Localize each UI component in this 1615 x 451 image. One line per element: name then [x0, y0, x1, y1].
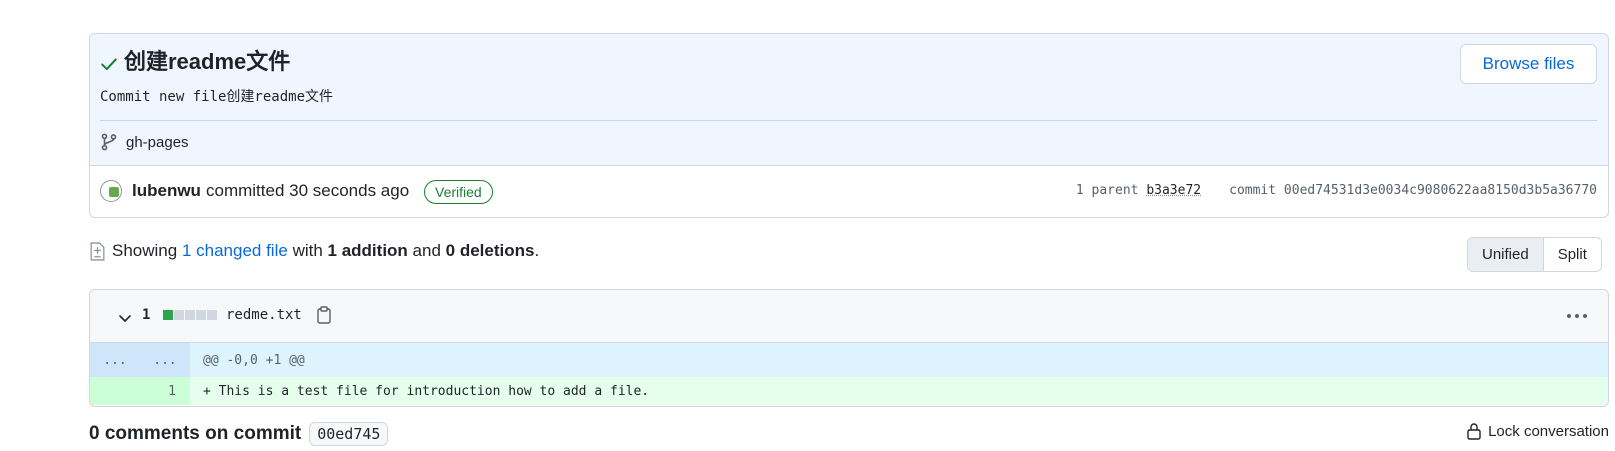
commit-title: 创建readme文件 — [124, 49, 291, 74]
split-view-button[interactable]: Split — [1543, 238, 1601, 271]
added-line-row: 1 + This is a test file for introduction… — [90, 377, 1608, 405]
commit-meta: lubenwu committed 30 seconds ago Verifie… — [90, 167, 1608, 217]
changed-files-link[interactable]: 1 changed file — [182, 241, 288, 260]
hunk-expand-left[interactable]: ... — [90, 343, 140, 377]
diff-summary: Showing 1 changed file with 1 addition a… — [89, 236, 539, 266]
lock-icon — [1467, 423, 1481, 440]
added-line-code: + This is a test file for introduction h… — [190, 377, 1608, 405]
diffstat-block — [185, 310, 195, 320]
diffstat-block — [196, 310, 206, 320]
commit-summary: 创建readme文件 Commit new file创建readme文件 Bro… — [90, 34, 1608, 166]
summary-and: and — [412, 241, 441, 260]
check-icon — [101, 58, 117, 71]
diffstat-bar — [163, 310, 217, 320]
avatar[interactable] — [100, 180, 122, 202]
copy-icon[interactable] — [316, 306, 332, 324]
committed-time: committed 30 seconds ago — [206, 181, 410, 200]
summary-prefix: Showing — [112, 241, 178, 260]
divider — [100, 120, 1597, 121]
summary-with: with — [292, 241, 323, 260]
comments-title: 0 comments on commit — [89, 423, 302, 444]
hunk-header-row: ... ... @@ -0,0 +1 @@ — [90, 343, 1608, 377]
parent-info: 1 parent b3a3e72 — [1076, 183, 1201, 198]
git-branch-icon — [101, 133, 117, 151]
commit-label: commit — [1229, 183, 1277, 198]
branch-link[interactable]: gh-pages — [100, 130, 189, 154]
old-line-number — [90, 377, 140, 405]
diffstat-block — [163, 310, 173, 320]
file-diff-icon — [90, 241, 105, 261]
unified-view-button[interactable]: Unified — [1468, 238, 1544, 271]
commit-header-box: 创建readme文件 Commit new file创建readme文件 Bro… — [89, 33, 1609, 218]
commit-description: Commit new file创建readme文件 — [100, 89, 334, 105]
lock-label: Lock conversation — [1488, 422, 1609, 440]
parent-label: 1 parent — [1075, 183, 1139, 198]
change-count: 1 — [142, 307, 151, 323]
lock-conversation-button[interactable]: Lock conversation — [1466, 422, 1609, 440]
commit-sha-chip: 00ed745 — [309, 422, 389, 446]
author-link[interactable]: lubenwu — [132, 181, 201, 201]
file-diff: 1 redme.txt ... ... @@ -0,0 +1 @@ 1 + Th… — [89, 289, 1609, 407]
commit-shas: 1 parent b3a3e72 commit 00ed74531d3e0034… — [1076, 183, 1597, 198]
comments-heading: 0 comments on commit 00ed745 — [89, 422, 389, 446]
diffstat-block — [174, 310, 184, 320]
diff-view-toggle: Unified Split — [1467, 237, 1602, 272]
diffstat-block — [207, 310, 217, 320]
commit-sha: 00ed74531d3e0034c9080622aa8150d3b5a36770 — [1283, 183, 1597, 198]
additions-count: 1 addition — [327, 241, 408, 260]
parent-sha-link[interactable]: b3a3e72 — [1146, 183, 1201, 198]
verified-badge[interactable]: Verified — [424, 180, 493, 204]
commit-info: commit 00ed74531d3e0034c9080622aa8150d3b… — [1229, 183, 1597, 198]
branch-name: gh-pages — [126, 133, 189, 151]
hunk-header: @@ -0,0 +1 @@ — [190, 343, 1608, 377]
kebab-horizontal-icon[interactable] — [1566, 312, 1588, 320]
chevron-down-icon[interactable] — [117, 310, 133, 326]
deletions-count: 0 deletions — [445, 241, 535, 260]
summary-suffix: . — [534, 241, 540, 260]
new-line-number[interactable]: 1 — [140, 377, 190, 405]
diff-summary-text: Showing 1 changed file with 1 addition a… — [112, 241, 539, 261]
hunk-expand-right[interactable]: ... — [140, 343, 190, 377]
file-header: 1 redme.txt — [90, 290, 1608, 343]
file-name-link[interactable]: redme.txt — [226, 307, 302, 323]
browse-files-button[interactable]: Browse files — [1460, 44, 1597, 84]
